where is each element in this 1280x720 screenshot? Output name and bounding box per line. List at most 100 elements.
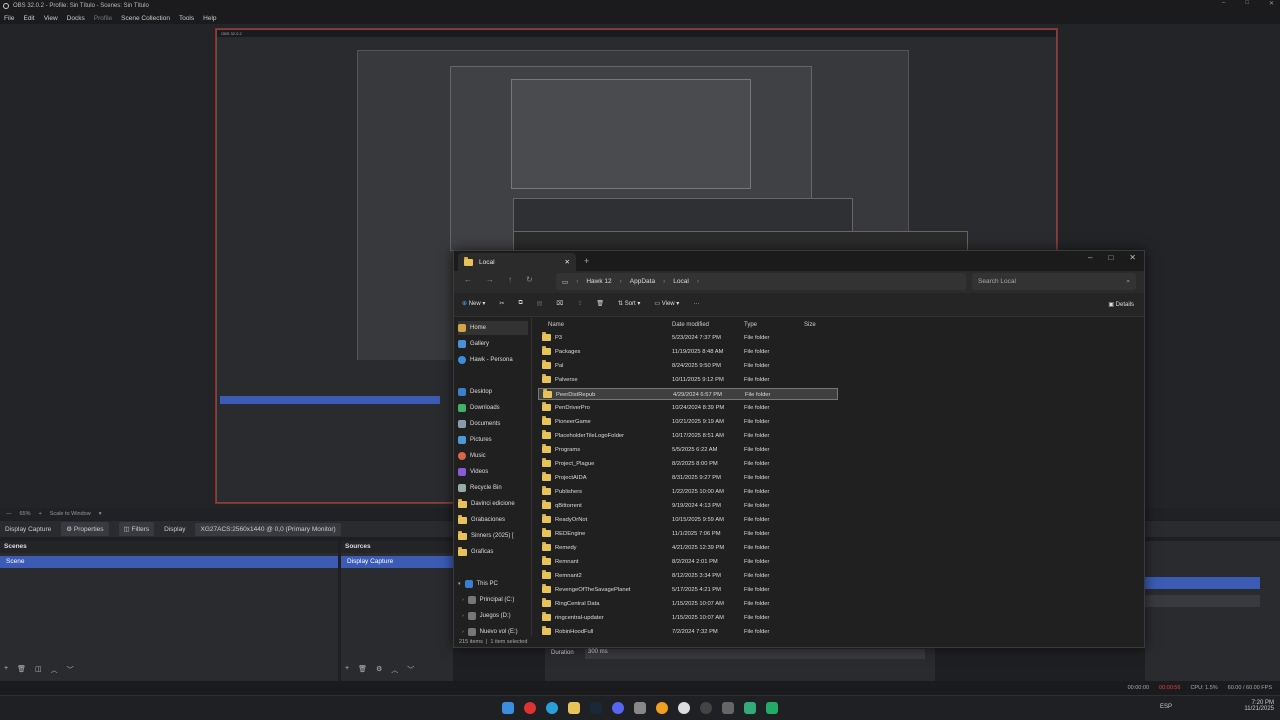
nav-drive-c[interactable]: › Principal (C:) xyxy=(462,593,532,607)
file-row[interactable]: PlaceholderTileLogoFolder 10/17/2025 8:51… xyxy=(538,430,838,442)
add-icon[interactable]: + xyxy=(4,665,8,675)
file-row[interactable]: ringcentral-updater 1/15/2025 10:07 AM Fil… xyxy=(538,612,838,624)
opera-icon[interactable] xyxy=(524,702,536,714)
edge-icon[interactable] xyxy=(546,702,558,714)
column-name[interactable]: Name xyxy=(548,322,564,328)
minimize-icon[interactable]: – xyxy=(1222,0,1225,7)
file-row[interactable]: REDEngine 11/1/2025 7:06 PM File folder xyxy=(538,528,838,540)
start-icon[interactable] xyxy=(502,702,514,714)
new-tab-icon[interactable]: + xyxy=(584,256,589,266)
app-icon[interactable] xyxy=(766,702,778,714)
breadcrumb-hawk[interactable]: Hawk 12 xyxy=(586,278,611,285)
gear-icon[interactable]: ⚙ xyxy=(376,665,382,675)
explorer-tab[interactable]: Local ✕ xyxy=(458,253,576,271)
zoom-minus[interactable]: — xyxy=(6,511,12,517)
properties-button[interactable]: ⚙ Properties xyxy=(61,522,109,536)
chevron-down-icon[interactable]: ▾ xyxy=(458,581,461,587)
steam-icon[interactable] xyxy=(590,702,602,714)
search-input[interactable]: Search Local ⌕ xyxy=(972,273,1136,290)
nav-desktop[interactable]: Desktop xyxy=(458,385,528,399)
chevron-right-icon[interactable]: › xyxy=(462,629,464,635)
filter-icon[interactable]: ◫ xyxy=(35,665,42,675)
language-indicator[interactable]: ESP xyxy=(1160,704,1172,710)
file-explorer-icon[interactable] xyxy=(568,702,580,714)
sort-button[interactable]: ⇅ Sort ▾ xyxy=(618,300,640,307)
file-row[interactable]: PenDriverPro 10/24/2024 8:39 PM File folde… xyxy=(538,402,838,414)
discord-icon[interactable] xyxy=(612,702,624,714)
file-row[interactable]: qBittorrent 9/19/2024 4:13 PM File folder xyxy=(538,500,838,512)
refresh-icon[interactable]: ↻ xyxy=(526,275,533,284)
maximize-icon[interactable]: □ xyxy=(1108,253,1113,262)
file-row[interactable]: Pal 8/24/2025 9:50 PM File folder xyxy=(538,360,838,372)
forward-icon[interactable]: → xyxy=(486,275,494,284)
paste-icon[interactable]: ▤ xyxy=(537,300,543,307)
file-row[interactable]: ReadyOrNot 10/15/2025 9:59 AM File folder xyxy=(538,514,838,526)
file-row[interactable]: Programs 5/5/2025 6:22 AM File folder xyxy=(538,444,838,456)
menu-help[interactable]: Help xyxy=(203,15,216,22)
app-icon[interactable] xyxy=(722,702,734,714)
trash-icon[interactable]: 🗑 xyxy=(358,665,367,675)
breadcrumb-local[interactable]: Local xyxy=(673,278,689,285)
menu-scene-collection[interactable]: Scene Collection xyxy=(121,15,170,22)
view-button[interactable]: ▭ View ▾ xyxy=(654,300,679,307)
breadcrumb-appdata[interactable]: AppData xyxy=(630,278,655,285)
nav-folder-graficas[interactable]: Graficas xyxy=(458,545,528,559)
file-row[interactable]: Remedy 4/21/2025 12:39 PM File folder xyxy=(538,542,838,554)
nav-folder-sinners[interactable]: Sinners (2025) [ xyxy=(458,529,528,543)
file-row[interactable]: Remnant2 8/12/2025 3:34 PM File folder xyxy=(538,570,838,582)
nav-videos[interactable]: Videos xyxy=(458,465,528,479)
nav-folder-grabaciones[interactable]: Grabaciones xyxy=(458,513,528,527)
more-icon[interactable]: ··· xyxy=(693,301,699,307)
file-row[interactable]: P3 5/23/2024 7:37 PM File folder xyxy=(538,332,838,344)
menu-view[interactable]: View xyxy=(44,15,58,22)
zoom-level[interactable]: 65% xyxy=(20,511,31,517)
nav-drive-d[interactable]: › Juegos (D:) xyxy=(462,609,532,623)
scene-item[interactable]: Scene xyxy=(0,556,338,568)
nav-music[interactable]: Music xyxy=(458,449,528,463)
move-down-icon[interactable]: ﹀ xyxy=(67,665,74,675)
nav-documents[interactable]: Documents xyxy=(458,417,528,431)
file-row[interactable]: Packages 11/19/2025 8:48 AM File folder xyxy=(538,346,838,358)
notepad-icon[interactable] xyxy=(744,702,756,714)
nav-downloads[interactable]: Downloads xyxy=(458,401,528,415)
file-row[interactable]: RingCentral Data 1/15/2025 10:07 AM File f… xyxy=(538,598,838,610)
menu-edit[interactable]: Edit xyxy=(23,15,34,22)
cut-icon[interactable]: ✂ xyxy=(499,300,504,307)
file-row[interactable]: Publishers 1/22/2025 10:00 AM File folder xyxy=(538,486,838,498)
menu-file[interactable]: File xyxy=(4,15,14,22)
file-row[interactable]: Project_Plague 8/2/2025 8:00 PM File folde… xyxy=(538,458,838,470)
filters-button[interactable]: ◫ Filters xyxy=(118,522,155,536)
control-row[interactable] xyxy=(1145,595,1260,607)
duration-input[interactable]: 300 ms xyxy=(585,649,925,659)
rename-icon[interactable]: ⌧ xyxy=(556,300,563,307)
nav-home[interactable]: Home xyxy=(458,321,528,335)
nav-recycle-bin[interactable]: Recycle Bin xyxy=(458,481,528,495)
copy-icon[interactable]: ⧉ xyxy=(518,300,522,307)
move-down-icon[interactable]: ﹀ xyxy=(407,665,414,675)
move-up-icon[interactable]: ︿ xyxy=(51,665,58,675)
file-row[interactable]: PioneerGame 10/21/2025 9:19 AM File folder xyxy=(538,416,838,428)
file-row[interactable]: RobinHoodFull 7/2/2024 7:32 PM File folder xyxy=(538,626,838,636)
column-type[interactable]: Type xyxy=(744,322,757,328)
chevron-down-icon[interactable]: ▾ xyxy=(99,511,102,517)
address-bar[interactable]: ▭ › Hawk 12 › AppData › Local › xyxy=(556,273,966,290)
chevron-right-icon[interactable]: › xyxy=(462,597,464,603)
close-icon[interactable]: ✕ xyxy=(1269,0,1274,7)
move-up-icon[interactable]: ︿ xyxy=(391,665,398,675)
nav-this-pc[interactable]: ▾ This PC xyxy=(458,577,528,591)
minimize-icon[interactable]: – xyxy=(1088,253,1092,262)
obs-icon[interactable] xyxy=(700,702,712,714)
scale-select[interactable]: Scale to Window xyxy=(50,511,91,517)
details-button[interactable]: ▣ Details xyxy=(1108,301,1134,308)
nav-pictures[interactable]: Pictures xyxy=(458,433,528,447)
column-size[interactable]: Size xyxy=(804,322,816,328)
nav-onedrive[interactable]: Hawk - Persona xyxy=(458,353,528,367)
close-tab-icon[interactable]: ✕ xyxy=(565,258,570,266)
trash-icon[interactable]: 🗑 xyxy=(17,665,26,675)
add-icon[interactable]: + xyxy=(345,665,349,675)
menu-profile[interactable]: Profile xyxy=(94,15,112,22)
file-row[interactable]: Remnant 8/2/2024 2:01 PM File folder xyxy=(538,556,838,568)
display-select[interactable]: XG27ACS:2560x1440 @ 0,0 (Primary Monitor… xyxy=(195,522,341,536)
zoom-plus[interactable]: + xyxy=(39,511,42,517)
file-row[interactable]: RevengeOfTheSavagePlanet 5/17/2025 4:21 P… xyxy=(538,584,838,596)
